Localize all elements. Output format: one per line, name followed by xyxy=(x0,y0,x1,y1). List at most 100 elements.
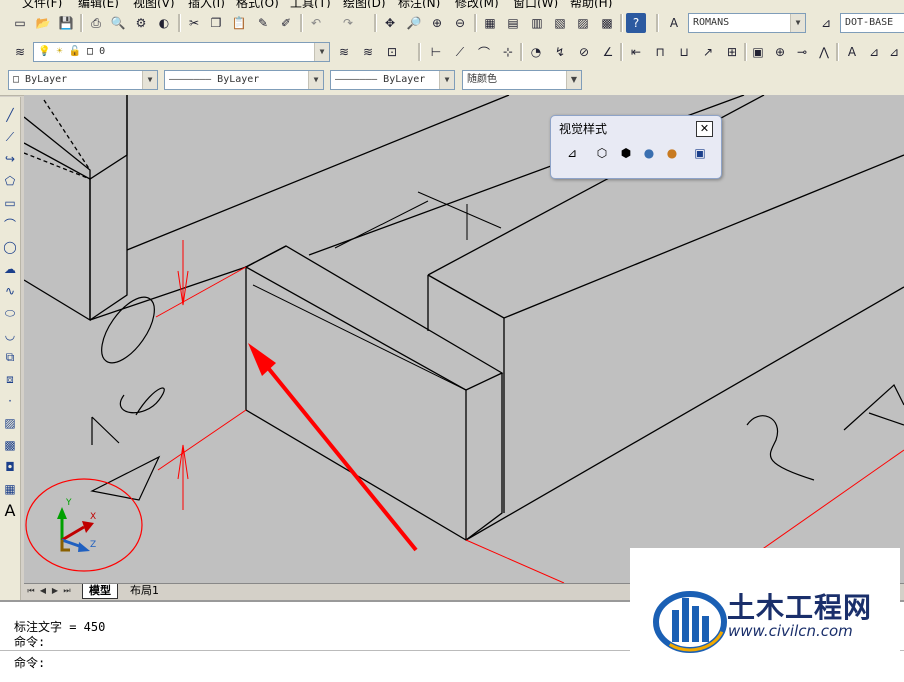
angular-icon[interactable]: ∠ xyxy=(598,42,618,62)
visual-style-manager-icon[interactable]: ▣ xyxy=(691,144,709,162)
tab-model[interactable]: 模型 xyxy=(82,584,118,599)
pan-icon[interactable]: ✥ xyxy=(380,13,400,33)
drawing-viewport[interactable]: Y X Z xyxy=(24,95,904,583)
block-editor-icon[interactable]: ✐ xyxy=(276,13,296,33)
menu-window[interactable]: 窗口(W) xyxy=(513,0,558,8)
tab-first-icon[interactable]: ⏮ xyxy=(26,585,36,597)
command-prompt[interactable]: 命令: xyxy=(14,654,45,671)
new-icon[interactable]: ▭ xyxy=(10,13,30,33)
dim-update-icon[interactable]: A xyxy=(842,42,862,62)
3d-hidden-icon[interactable]: ⬢ xyxy=(617,144,635,162)
make-block-icon[interactable]: ⧈ xyxy=(0,369,20,389)
table-icon[interactable]: ▦ xyxy=(0,479,20,499)
zoom-window-icon[interactable]: ⊕ xyxy=(427,13,447,33)
mtext-icon[interactable]: A xyxy=(0,501,20,521)
zoom-previous-icon[interactable]: ⊖ xyxy=(450,13,470,33)
ellipse-arc-icon[interactable]: ◡ xyxy=(0,325,20,345)
properties-icon[interactable]: ▦ xyxy=(480,13,500,33)
menu-modify[interactable]: 修改(M) xyxy=(455,0,499,8)
design-center-icon[interactable]: ▤ xyxy=(503,13,523,33)
lineweight-select[interactable]: ——————— ByLayer ▼ xyxy=(330,70,455,90)
dim-style-manager-icon[interactable]: ⊿ xyxy=(864,42,884,62)
web-icon[interactable]: ◐ xyxy=(154,13,174,33)
dim-style-icon[interactable]: ⊿ xyxy=(816,13,836,33)
menu-tools[interactable]: 工具(T) xyxy=(290,0,331,8)
menu-dimension[interactable]: 标注(N) xyxy=(398,0,440,8)
layer-previous-icon[interactable]: ≋ xyxy=(358,42,378,62)
plot-preview-icon[interactable]: 🔍 xyxy=(108,13,128,33)
quick-leader-icon[interactable]: ↗ xyxy=(698,42,718,62)
tolerance-frame-icon[interactable]: ▣ xyxy=(748,42,768,62)
save-icon[interactable]: 💾 xyxy=(56,13,76,33)
menu-view[interactable]: 视图(V) xyxy=(133,0,175,8)
open-icon[interactable]: 📂 xyxy=(33,13,53,33)
radius-icon[interactable]: ◔ xyxy=(526,42,546,62)
text-style-select[interactable]: ROMANS ▼ xyxy=(688,13,806,33)
match-properties-icon[interactable]: ✎ xyxy=(253,13,273,33)
menu-file[interactable]: 文件(F) xyxy=(22,0,62,8)
menu-format[interactable]: 格式(O) xyxy=(236,0,279,8)
cut-icon[interactable]: ✂ xyxy=(184,13,204,33)
ellipse-icon[interactable]: ⬭ xyxy=(0,303,20,323)
markup-icon[interactable]: ▨ xyxy=(573,13,593,33)
spline-icon[interactable]: ∿ xyxy=(0,281,20,301)
polygon-icon[interactable]: ⬠ xyxy=(0,171,20,191)
hatch-icon[interactable]: ▨ xyxy=(0,413,20,433)
region-icon[interactable]: ◘ xyxy=(0,457,20,477)
realistic-icon[interactable]: ● xyxy=(640,144,658,162)
plotstyle-select[interactable]: 随颜色 ▼ xyxy=(462,70,582,90)
tab-last-icon[interactable]: ⏭ xyxy=(62,585,72,597)
publish-icon[interactable]: ⚙ xyxy=(131,13,151,33)
revcloud-icon[interactable]: ☁ xyxy=(0,259,20,279)
sheet-set-icon[interactable]: ▧ xyxy=(550,13,570,33)
dim-text-edit-icon[interactable]: ⋀ xyxy=(814,42,834,62)
linetype-select[interactable]: ——————— ByLayer ▼ xyxy=(164,70,324,90)
menu-help[interactable]: 帮助(H) xyxy=(570,0,612,8)
continue-icon[interactable]: ⊔ xyxy=(674,42,694,62)
point-icon[interactable]: · xyxy=(0,391,20,411)
aligned-dim-icon[interactable]: ⟋ xyxy=(450,42,470,62)
copy-icon[interactable]: ❐ xyxy=(206,13,226,33)
dim-override-icon[interactable]: ⊿ xyxy=(884,42,904,62)
3d-wireframe-icon[interactable]: ⬡ xyxy=(593,144,611,162)
calculator-icon[interactable]: ▩ xyxy=(597,13,617,33)
redo-icon[interactable]: ↷ xyxy=(338,13,358,33)
undo-icon[interactable]: ↶ xyxy=(306,13,326,33)
insert-block-icon[interactable]: ⧉ xyxy=(0,347,20,367)
dim-style-select[interactable]: DOT-BASE xyxy=(840,13,904,33)
layer-states-icon[interactable]: ⊡ xyxy=(382,42,402,62)
arc-length-icon[interactable]: ⌒ xyxy=(474,42,494,62)
menu-insert[interactable]: 插入(I) xyxy=(188,0,225,8)
print-icon[interactable]: ⎙ xyxy=(86,13,106,33)
close-icon[interactable]: ✕ xyxy=(696,121,713,137)
paste-icon[interactable]: 📋 xyxy=(229,13,249,33)
text-style-icon[interactable]: A xyxy=(664,13,684,33)
jogged-icon[interactable]: ↯ xyxy=(550,42,570,62)
rectangle-icon[interactable]: ▭ xyxy=(0,193,20,213)
layer-select[interactable]: 💡 ☀ 🔓 □ 0 ▼ xyxy=(33,42,330,62)
conceptual-icon[interactable]: ● xyxy=(663,144,681,162)
2d-wireframe-icon[interactable]: ⊿ xyxy=(563,144,581,162)
gradient-icon[interactable]: ▩ xyxy=(0,435,20,455)
line-icon[interactable]: ╱ xyxy=(0,105,20,125)
circle-icon[interactable]: ◯ xyxy=(0,237,20,257)
dim-edit-icon[interactable]: ⊸ xyxy=(792,42,812,62)
tool-palettes-icon[interactable]: ▥ xyxy=(527,13,547,33)
tab-next-icon[interactable]: ▶ xyxy=(50,585,60,597)
polyline-icon[interactable]: ↪ xyxy=(0,149,20,169)
center-mark-icon[interactable]: ⊕ xyxy=(770,42,790,62)
tab-prev-icon[interactable]: ◀ xyxy=(38,585,48,597)
diameter-icon[interactable]: ⊘ xyxy=(574,42,594,62)
linear-dim-icon[interactable]: ⊢ xyxy=(426,42,446,62)
quick-dim-icon[interactable]: ⇤ xyxy=(626,42,646,62)
make-current-icon[interactable]: ≋ xyxy=(334,42,354,62)
color-select[interactable]: □ ByLayer ▼ xyxy=(8,70,158,90)
tab-layout1[interactable]: 布局1 xyxy=(124,584,165,598)
tolerance-icon[interactable]: ⊞ xyxy=(722,42,742,62)
menu-edit[interactable]: 编辑(E) xyxy=(78,0,119,8)
zoom-realtime-icon[interactable]: 🔎 xyxy=(404,13,424,33)
arc-icon[interactable]: ⌒ xyxy=(0,215,20,235)
visual-styles-panel[interactable]: 视觉样式 ✕ ⊿ ⬡ ⬢ ● ● ▣ xyxy=(550,115,722,179)
baseline-icon[interactable]: ⊓ xyxy=(650,42,670,62)
layer-manager-icon[interactable]: ≋ xyxy=(10,42,30,62)
